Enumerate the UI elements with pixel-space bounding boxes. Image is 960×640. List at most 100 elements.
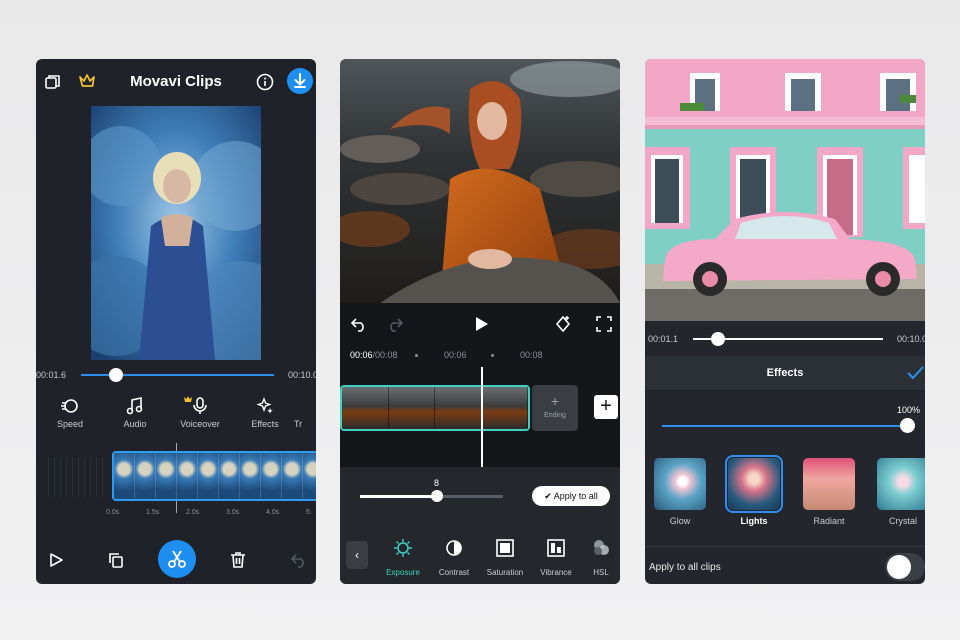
effects-label: Effects	[251, 419, 279, 429]
ruler-tick: 0.0s	[106, 509, 120, 516]
timeline-playhead[interactable]	[481, 367, 483, 469]
saturation-label: Saturation	[486, 568, 524, 577]
tool-voiceover[interactable]: Voiceover	[172, 396, 228, 429]
exposure-icon	[394, 539, 412, 557]
premium-crown-icon	[183, 390, 193, 408]
hsl-icon	[594, 540, 609, 555]
phone-adjust-editor: 00:06/00:08 00:06 00:08 + Ending + 8 ✔ A…	[340, 59, 620, 584]
effect-glow[interactable]: Glow	[651, 458, 709, 526]
seek-knob[interactable]	[711, 332, 725, 346]
check-icon[interactable]	[906, 365, 924, 381]
adjust-knob[interactable]	[431, 490, 443, 502]
effect-thumbnail	[877, 458, 925, 510]
divider	[645, 546, 925, 547]
redo-icon[interactable]	[386, 316, 404, 332]
tool-speed[interactable]: Speed	[42, 397, 98, 429]
video-preview[interactable]	[91, 106, 261, 360]
effect-label: Crystal	[888, 516, 917, 526]
speed-label: Speed	[56, 419, 84, 429]
tool-saturation[interactable]: Saturation	[480, 538, 530, 577]
ruler-dot	[491, 354, 494, 357]
more-label: Tr	[294, 419, 303, 429]
effect-label: Radiant	[813, 516, 845, 526]
current-time: 00:01.6	[36, 370, 67, 380]
effect-label: Lights	[740, 516, 768, 526]
end-time: 00:10.0	[897, 334, 925, 344]
plus-icon: +	[550, 393, 560, 409]
intensity-slider[interactable]	[662, 425, 906, 427]
tool-audio[interactable]: Audio	[107, 397, 163, 429]
tool-contrast[interactable]: Contrast	[429, 538, 479, 577]
seek-knob[interactable]	[109, 368, 123, 382]
effect-radiant[interactable]: Radiant	[800, 458, 858, 526]
tool-exposure[interactable]: Exposure	[378, 538, 428, 577]
time-ruler: 0.0s 1.5s 2.0s 3.0s 4.0s 5.	[36, 509, 316, 519]
saturation-icon	[496, 539, 514, 557]
effect-label: Glow	[669, 516, 691, 526]
trash-icon[interactable]	[230, 551, 246, 569]
effect-crystal[interactable]: Crystal	[874, 458, 925, 526]
exposure-label: Exposure	[386, 568, 420, 577]
fullscreen-icon[interactable]	[596, 316, 612, 332]
effect-thumbnail	[803, 458, 855, 510]
vibrance-icon	[547, 539, 565, 557]
time-current: 00:06	[350, 350, 373, 360]
check-icon: ✔	[544, 491, 554, 501]
undo-icon[interactable]	[350, 316, 368, 332]
ruler-tick: 1.5s	[146, 509, 160, 516]
ruler-tick: 00:06	[444, 350, 467, 360]
ruler-dot	[415, 354, 418, 357]
effect-thumbnail	[725, 455, 783, 513]
contrast-label: Contrast	[438, 568, 470, 577]
tool-hsl[interactable]: HSL	[582, 538, 620, 577]
tool-effects[interactable]: Effects	[237, 397, 293, 429]
effects-header: Effects	[645, 356, 925, 390]
app-title: Movavi Clips	[130, 73, 222, 90]
chevron-left-icon: ‹	[355, 548, 359, 562]
end-time: 00:10.0	[288, 370, 316, 380]
ruler-tick: 3.0s	[226, 509, 240, 516]
time-total: /00:08	[372, 350, 398, 360]
slider-value: 8	[434, 478, 440, 488]
current-time: 00:01.1	[648, 334, 679, 344]
tool-vibrance[interactable]: Vibrance	[531, 538, 581, 577]
apply-to-all-label: Apply to all	[553, 491, 598, 501]
video-preview[interactable]	[340, 59, 620, 303]
play-icon[interactable]	[474, 315, 490, 333]
video-track[interactable]	[112, 451, 316, 501]
audio-waveform	[48, 457, 108, 497]
video-track[interactable]	[340, 385, 530, 431]
effect-thumbnail	[654, 458, 706, 510]
add-clip-button[interactable]: +	[594, 395, 618, 419]
apply-all-clips-label: Apply to all clips	[649, 562, 721, 573]
info-icon[interactable]	[256, 73, 274, 91]
keyframe-icon[interactable]	[554, 315, 572, 333]
download-icon[interactable]	[287, 68, 313, 94]
intensity-knob[interactable]	[900, 418, 915, 433]
vibrance-label: Vibrance	[540, 568, 572, 577]
contrast-icon	[446, 540, 462, 556]
video-preview[interactable]	[645, 59, 925, 321]
ruler-tick: 4.0s	[266, 509, 280, 516]
phone-movavi-editor: Movavi Clips 00:01.6 00:10.0 Speed Audio…	[36, 59, 316, 584]
back-button[interactable]: ‹	[346, 541, 368, 569]
apply-all-clips-toggle[interactable]	[885, 553, 925, 581]
apply-to-all-button[interactable]: ✔ Apply to all	[532, 486, 610, 506]
adjust-slider-fill	[360, 495, 436, 498]
effect-lights[interactable]: Lights	[725, 455, 783, 526]
ending-label: Ending	[544, 412, 566, 419]
duplicate-icon[interactable]	[107, 551, 125, 569]
split-button[interactable]	[158, 540, 196, 578]
ruler-tick: 5.	[306, 509, 312, 516]
ruler-tick: 2.0s	[186, 509, 200, 516]
ending-clip[interactable]: + Ending	[532, 385, 578, 431]
effects-title: Effects	[766, 367, 804, 379]
current-time: 00:06/00:08	[350, 350, 398, 360]
intensity-value: 100%	[897, 405, 921, 415]
tool-more[interactable]: Tr	[294, 397, 316, 429]
scissors-icon	[168, 550, 186, 568]
play-icon[interactable]	[48, 552, 64, 568]
undo-icon[interactable]	[290, 552, 308, 568]
voiceover-label: Voiceover	[180, 419, 220, 429]
audio-label: Audio	[123, 419, 147, 429]
